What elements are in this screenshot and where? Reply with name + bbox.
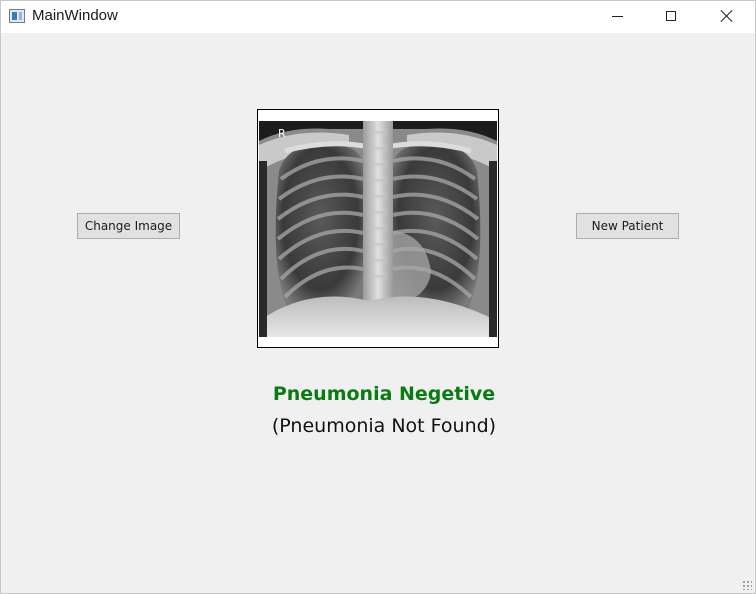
close-icon <box>720 9 734 23</box>
diagnosis-detail: (Pneumonia Not Found) <box>271 415 497 437</box>
chest-xray-image: R <box>259 121 497 337</box>
xray-image-frame: R <box>257 109 499 348</box>
minimize-button[interactable] <box>590 1 644 31</box>
app-window-icon <box>9 9 25 23</box>
close-button[interactable] <box>700 1 754 31</box>
minimize-icon <box>611 15 623 17</box>
title-bar[interactable]: MainWindow <box>1 1 755 33</box>
resize-grip-icon[interactable] <box>742 580 752 590</box>
diagnosis-status: Pneumonia Negetive <box>272 383 496 405</box>
maximize-button[interactable] <box>644 1 698 31</box>
new-patient-button[interactable]: New Patient <box>576 213 679 239</box>
main-window: MainWindow Change Image New Patient R Pn… <box>0 0 756 594</box>
xray-side-marker: R <box>278 127 286 140</box>
change-image-button[interactable]: Change Image <box>77 213 180 239</box>
window-title: MainWindow <box>32 7 118 24</box>
maximize-icon <box>666 11 676 21</box>
